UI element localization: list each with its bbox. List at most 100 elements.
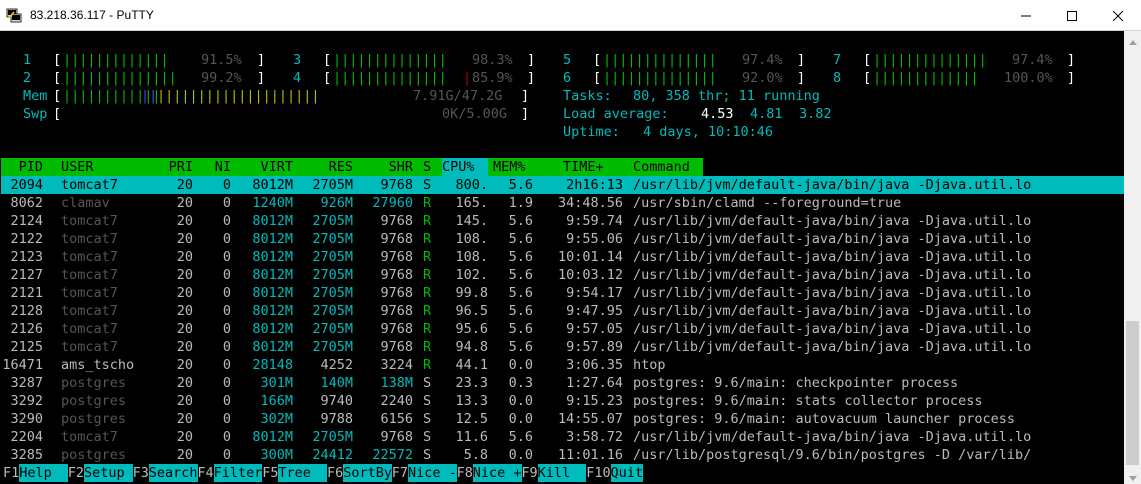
fkey-f6[interactable]: F6	[327, 464, 343, 482]
cell-shr: 9768	[380, 339, 413, 355]
cell-pri: 20	[176, 375, 193, 391]
cell-shr: 9768	[380, 231, 413, 247]
scrollbar-thumb[interactable]	[1126, 321, 1139, 465]
fkey-f8[interactable]: F8	[457, 464, 473, 482]
column-pid[interactable]: PID	[3, 158, 43, 176]
cpu-bar: ||||||||||||||	[333, 70, 447, 86]
maximize-button[interactable]	[1049, 0, 1095, 31]
cell-virt: 301M	[260, 375, 293, 391]
vertical-scrollbar[interactable]	[1124, 31, 1141, 484]
cell-command: /usr/lib/jvm/default-java/bin/java -Djav…	[633, 249, 1032, 265]
cell-command: /usr/lib/jvm/default-java/bin/java -Djav…	[633, 321, 1032, 337]
cpu-number: 6	[563, 70, 572, 86]
table-row[interactable]: 2124 tomcat7 20 0 8012M 2705M 9768 R 145. 5.6 9:59…	[1, 212, 1124, 230]
cell-pid: 2126	[10, 321, 43, 337]
column-pri[interactable]: PRI	[151, 158, 193, 176]
process-table-header[interactable]: PID USER PRI NI VIRT RES SHR S CPU% MEM%…	[1, 158, 703, 176]
fkey-f9[interactable]: F9	[521, 464, 537, 482]
fkey-label-f1[interactable]: Help	[19, 464, 68, 482]
table-row[interactable]: 2128 tomcat7 20 0 8012M 2705M 9768 R 96.5 5.6 9:47…	[1, 302, 1124, 320]
cell-ni: 0	[222, 393, 231, 409]
table-row[interactable]: 2204 tomcat7 20 0 8012M 2705M 9768 S 11.6 5.6 3:58…	[1, 428, 1124, 446]
table-row[interactable]: 2122 tomcat7 20 0 8012M 2705M 9768 R 108. 5.6 9:55…	[1, 230, 1124, 248]
fkey-label-f4[interactable]: Filter	[213, 464, 263, 482]
cell-shr: 9768	[380, 177, 413, 193]
fkey-f5[interactable]: F5	[262, 464, 278, 482]
cell-pid: 16471	[2, 357, 43, 373]
minimize-button[interactable]	[1003, 0, 1049, 31]
cell-state: S	[423, 429, 432, 445]
fkey-f10[interactable]: F10	[586, 464, 610, 482]
cell-state: S	[423, 447, 432, 463]
cell-virt: 8012M	[252, 267, 293, 283]
column-user[interactable]: USER	[61, 158, 94, 176]
fkey-label-f7[interactable]: Nice -	[408, 464, 457, 482]
fkey-label-f8[interactable]: Nice +	[472, 464, 522, 482]
chevron-down-icon	[1128, 466, 1137, 484]
cell-cpu: 13.3	[455, 393, 488, 409]
table-row[interactable]: 3285 postgres 20 0 300M 24412 22572 S 5.8 0.0 11:0…	[1, 446, 1124, 464]
putty-icon[interactable]	[6, 7, 22, 23]
cell-command: htop	[633, 357, 666, 373]
cell-ni: 0	[222, 429, 231, 445]
table-row[interactable]: 3292 postgres 20 0 166M 9740 2240 S 13.3 0.0 9:15.…	[1, 392, 1124, 410]
column-ni[interactable]: NI	[197, 158, 231, 176]
table-row[interactable]: 2126 tomcat7 20 0 8012M 2705M 9768 R 95.6 5.6 9:57…	[1, 320, 1124, 338]
table-row[interactable]: 2123 tomcat7 20 0 8012M 2705M 9768 R 108. 5.6 10:0…	[1, 248, 1124, 266]
cell-virt: 8012M	[252, 303, 293, 319]
terminal-screen[interactable]: 1 [ ||||||||||||| 91.5% ] 3 [ ||||||||||…	[1, 31, 1124, 483]
cell-cpu: 94.8	[455, 339, 488, 355]
cell-user: tomcat7	[61, 231, 118, 247]
fkey-f1[interactable]: F1	[3, 464, 19, 482]
fkey-f3[interactable]: F3	[133, 464, 149, 482]
cell-command: /usr/lib/jvm/default-java/bin/java -Djav…	[633, 303, 1032, 319]
table-row[interactable]: 3290 postgres 20 0 302M 9788 6156 S 12.5 0.0 14:55…	[1, 410, 1124, 428]
cell-shr: 3224	[380, 357, 413, 373]
cell-ni: 0	[222, 447, 231, 463]
window-titlebar[interactable]: 83.218.36.117 - PuTTY	[0, 0, 1141, 31]
table-row[interactable]: 16471 ams_tscho 20 0 28148 4252 3224 R 44.1 0.0 3:…	[1, 356, 1124, 374]
cell-res: 2705M	[312, 213, 353, 229]
column-res[interactable]: RES	[297, 158, 353, 176]
column-time[interactable]: TIME+	[563, 158, 604, 176]
fkey-label-f9[interactable]: Kill	[537, 464, 587, 482]
column-mem[interactable]: MEM%	[493, 158, 526, 176]
cpu-percent: 99.2%	[201, 70, 242, 86]
table-row[interactable]: 2121 tomcat7 20 0 8012M 2705M 9768 R 99.8 5.6 9:54…	[1, 284, 1124, 302]
fkey-label-f5[interactable]: Tree	[278, 464, 328, 482]
mem-meter-row: Mem [ |||||||||||| || ||||||||||||||||||…	[23, 88, 820, 104]
column-cpu-sorted[interactable]: CPU%	[442, 158, 488, 176]
cell-res: 2705M	[312, 177, 353, 193]
table-row[interactable]: 3287 postgres 20 0 301M 140M 138M S 23.3 0.3 1:27.…	[1, 374, 1124, 392]
cell-command: /usr/sbin/clamd --foreground=true	[633, 195, 902, 211]
fkey-f4[interactable]: F4	[197, 464, 213, 482]
fkey-label-f3[interactable]: Search	[148, 464, 198, 482]
fkey-f7[interactable]: F7	[392, 464, 408, 482]
column-virt[interactable]: VIRT	[237, 158, 293, 176]
cell-shr: 27960	[372, 195, 413, 211]
fkey-label-f6[interactable]: SortBy	[343, 464, 392, 482]
cpu-number: 5	[563, 52, 572, 68]
cpu-meter-row-1: 1 [ ||||||||||||| 91.5% ] 3 [ ||||||||||…	[23, 52, 1076, 68]
scroll-up-button[interactable]	[1124, 31, 1141, 48]
cell-res: 24412	[312, 447, 353, 463]
fkey-f2[interactable]: F2	[68, 464, 84, 482]
table-row-selected[interactable]: 2094 tomcat7 20 0 8012M 2705M 9768 S 800. 5.6 2h16…	[1, 176, 1124, 194]
table-row[interactable]: 2125 tomcat7 20 0 8012M 2705M 9768 R 94.8 5.6 9:57…	[1, 338, 1124, 356]
fkey-label-f10[interactable]: Quit	[610, 464, 644, 482]
column-shr[interactable]: SHR	[357, 158, 413, 176]
cell-command: postgres: 9.6/main: autovacuum launcher …	[633, 411, 1016, 427]
fkey-label-f2[interactable]: Setup	[84, 464, 133, 482]
column-state[interactable]: S	[423, 158, 431, 176]
column-command[interactable]: Command	[633, 158, 690, 176]
cell-cpu: 23.3	[455, 375, 488, 391]
cell-shr: 9768	[380, 267, 413, 283]
cpu-percent: 91.5%	[201, 52, 242, 68]
mem-bar-buffers: ||	[141, 88, 158, 104]
close-button[interactable]	[1095, 0, 1141, 31]
scroll-down-button[interactable]	[1124, 467, 1141, 484]
table-row[interactable]: 2127 tomcat7 20 0 8012M 2705M 9768 R 102. 5.6 10:0…	[1, 266, 1124, 284]
table-row[interactable]: 8062 clamav 20 0 1240M 926M 27960 R 165. 1.9 34:48…	[1, 194, 1124, 212]
cell-ni: 0	[222, 177, 231, 193]
cell-pri: 20	[176, 249, 193, 265]
